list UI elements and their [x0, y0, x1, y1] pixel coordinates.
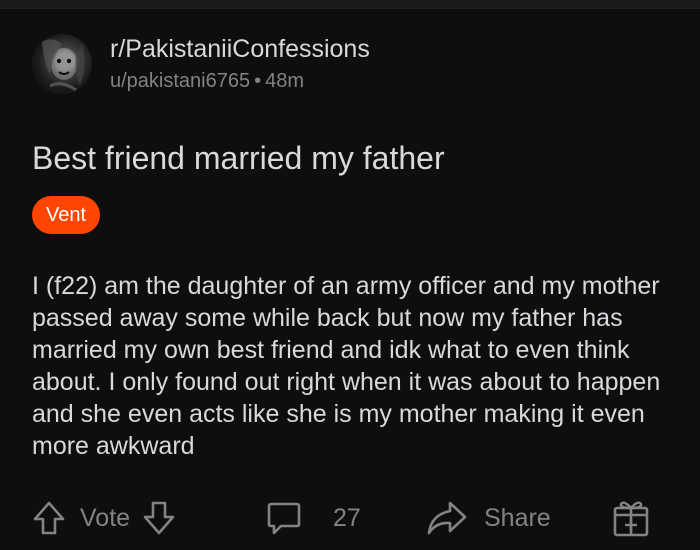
downvote-arrow-icon[interactable]	[142, 500, 176, 536]
gift-award-icon	[612, 498, 650, 538]
vote-group: Vote	[32, 496, 176, 540]
post-header: r/PakistaniiConfessions u/pakistani6765 •…	[32, 34, 370, 94]
share-label: Share	[484, 503, 551, 532]
comment-count: 27	[333, 503, 361, 532]
post-header-text: r/PakistaniiConfessions u/pakistani6765 •…	[110, 34, 370, 94]
post-body: I (f22) am the daughter of an army offic…	[32, 272, 661, 460]
post-age: 48m	[265, 70, 305, 92]
action-bar: Vote 27 Share	[0, 496, 700, 540]
avatar-image	[42, 39, 85, 92]
subreddit-name[interactable]: r/PakistaniiConfessions	[110, 34, 370, 64]
comments-button[interactable]: 27	[265, 496, 361, 540]
author-name[interactable]: u/pakistani6765	[110, 70, 250, 92]
post-meta: u/pakistani6765 • 48m	[110, 68, 370, 94]
upvote-arrow-icon[interactable]	[32, 500, 66, 536]
vote-label: Vote	[80, 503, 131, 532]
comment-bubble-icon	[265, 499, 303, 537]
share-arrow-icon	[426, 499, 468, 537]
post-flair[interactable]: Vent	[32, 196, 101, 234]
top-divider	[0, 0, 700, 9]
share-button[interactable]: Share	[426, 496, 551, 540]
meta-separator: •	[254, 70, 262, 92]
post-title[interactable]: Best friend married my father	[32, 138, 445, 178]
award-button[interactable]	[612, 496, 650, 540]
subreddit-avatar[interactable]	[32, 34, 92, 94]
